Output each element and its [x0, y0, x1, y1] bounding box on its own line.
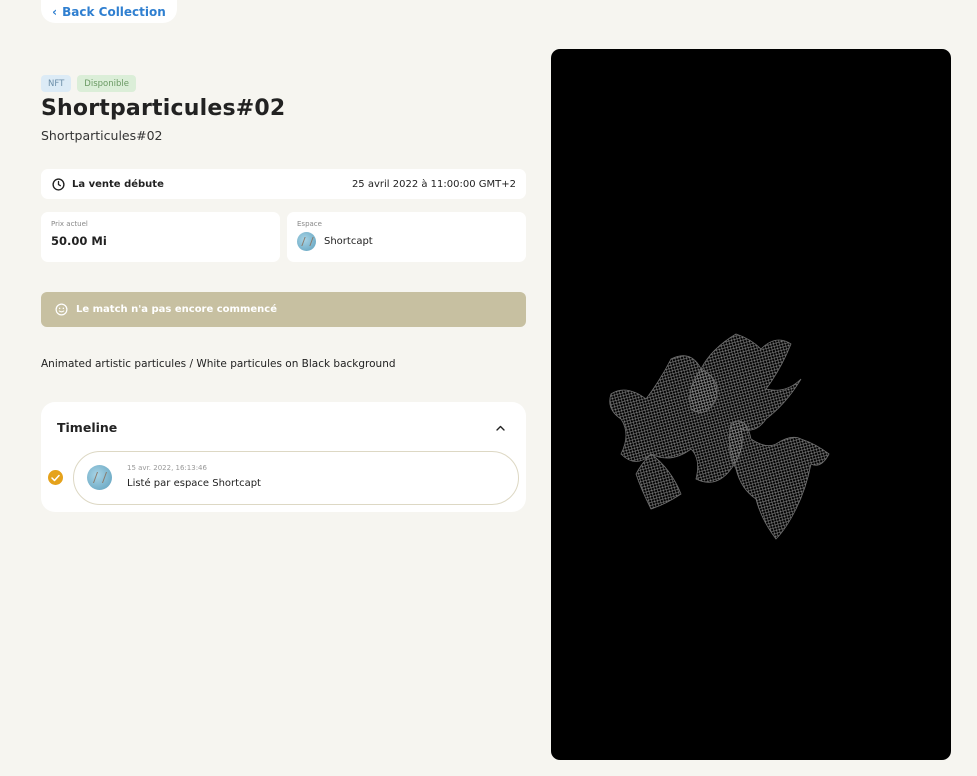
current-price-card: Prix actuel 50.00 Mi [41, 212, 280, 262]
sale-start-label: La vente débute [72, 178, 164, 190]
sale-start-date: 25 avril 2022 à 11:00:00 GMT+2 [351, 178, 516, 190]
event-text: Listé par espace Shortcapt [127, 478, 261, 489]
item-description: Animated artistic particules / White par… [41, 358, 396, 370]
clock-icon [52, 177, 65, 191]
nft-media-viewer[interactable] [551, 49, 951, 760]
timeline-panel: Timeline 15 avr. 2022, 16:13:46 Listé pa… [41, 402, 526, 512]
timeline-event: 15 avr. 2022, 16:13:46 Listé par espace … [73, 451, 519, 505]
space-row: Shortcapt [297, 232, 516, 251]
back-collection-button[interactable]: ‹ Back Collection [41, 0, 177, 23]
sale-start-label-group: La vente débute [52, 177, 164, 191]
chevron-up-icon[interactable] [494, 422, 506, 434]
page: ‹ Back Collection NFT Disponible Shortpa… [0, 0, 977, 776]
match-status-bar: Le match n'a pas encore commencé [41, 292, 526, 327]
item-subtitle: Shortparticules#02 [41, 128, 163, 143]
nft-badge: NFT [41, 75, 72, 92]
space-card[interactable]: Espace Shortcapt [287, 212, 526, 262]
event-date: 15 avr. 2022, 16:13:46 [127, 464, 207, 472]
match-status-text: Le match n'a pas encore commencé [76, 304, 278, 315]
sale-start-row: La vente débute 25 avril 2022 à 11:00:00… [41, 169, 526, 199]
chevron-left-icon: ‹ [52, 4, 58, 19]
page-title: Shortparticules#02 [41, 96, 286, 121]
price-value: 50.00 Mi [51, 234, 107, 248]
particle-artwork [609, 333, 830, 540]
smiley-icon [55, 303, 68, 316]
timeline-title: Timeline [57, 420, 118, 435]
price-caption: Prix actuel [51, 220, 88, 228]
check-icon [48, 470, 63, 485]
space-avatar [297, 232, 316, 251]
back-collection-label: Back Collection [62, 4, 166, 19]
badges: NFT Disponible [41, 75, 136, 92]
event-avatar [87, 465, 112, 490]
space-name: Shortcapt [324, 236, 373, 247]
space-caption: Espace [297, 220, 322, 228]
status-badge: Disponible [77, 75, 136, 92]
